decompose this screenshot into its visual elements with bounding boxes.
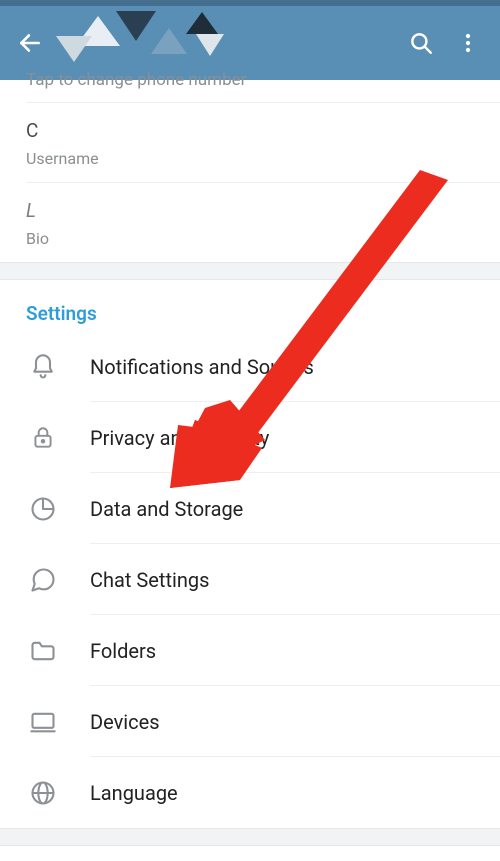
more-button[interactable] — [456, 31, 480, 55]
settings-item-label: Notifications and Sounds — [90, 355, 314, 379]
settings-section: Settings Notifications and Sounds Privac… — [0, 280, 500, 828]
settings-item-folders[interactable]: Folders — [0, 615, 500, 686]
avatar-fragment-icon — [151, 28, 187, 54]
globe-icon — [26, 776, 60, 810]
section-gap — [0, 262, 500, 280]
settings-item-devices[interactable]: Devices — [0, 686, 500, 757]
section-gap — [0, 828, 500, 846]
device-icon — [26, 705, 60, 739]
settings-item-label: Folders — [90, 639, 156, 663]
avatar-fragment-icon — [56, 36, 92, 62]
username-label: Username — [26, 149, 474, 168]
arrow-left-icon — [17, 30, 43, 56]
search-icon — [408, 30, 434, 56]
settings-item-notifications[interactable]: Notifications and Sounds — [0, 331, 500, 402]
avatar-fragment-icon — [196, 34, 224, 56]
settings-item-label: Data and Storage — [90, 497, 243, 521]
back-button[interactable] — [10, 23, 50, 63]
bell-icon — [26, 350, 60, 384]
avatar-fragment-icon — [186, 12, 218, 34]
phone-hint: Tap to change phone number — [0, 69, 500, 91]
bio-row[interactable]: L Bio — [0, 183, 500, 262]
settings-header: Settings — [0, 280, 500, 331]
settings-item-data[interactable]: Data and Storage — [0, 473, 500, 544]
settings-item-privacy[interactable]: Privacy and Security — [0, 402, 500, 473]
settings-item-label: Language — [90, 781, 178, 805]
settings-item-label: Chat Settings — [90, 568, 209, 592]
username-row[interactable]: C Username — [0, 103, 500, 182]
avatar-fragment-icon — [116, 11, 156, 41]
lock-icon — [26, 421, 60, 455]
bio-label: Bio — [26, 229, 474, 248]
settings-item-language[interactable]: Language — [0, 757, 500, 828]
more-vertical-icon — [456, 31, 480, 55]
settings-item-chat[interactable]: Chat Settings — [0, 544, 500, 615]
search-button[interactable] — [408, 30, 434, 56]
folder-icon — [26, 634, 60, 668]
bio-value: L — [26, 199, 474, 223]
settings-item-label: Devices — [90, 710, 160, 734]
username-value: C — [26, 119, 474, 143]
pie-chart-icon — [26, 492, 60, 526]
chat-bubble-icon — [26, 563, 60, 597]
settings-list: Notifications and Sounds Privacy and Sec… — [0, 331, 500, 828]
profile-section: Tap to change phone number C Username L … — [0, 80, 500, 262]
settings-item-label: Privacy and Security — [90, 426, 269, 450]
